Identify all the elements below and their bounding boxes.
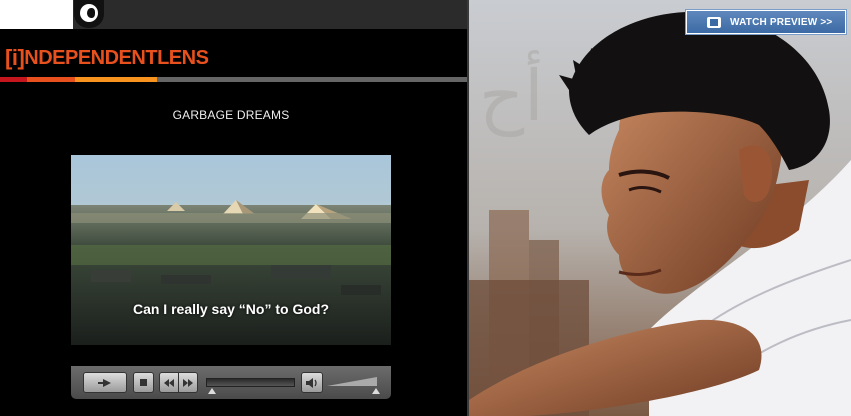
- top-bar-dark: [73, 0, 469, 29]
- play-button[interactable]: [83, 372, 127, 393]
- player-controls: [71, 366, 391, 399]
- volume-slider[interactable]: [327, 377, 377, 386]
- fast-forward-button[interactable]: [178, 372, 198, 393]
- video-camera-icon: [707, 16, 721, 28]
- volume-button[interactable]: [301, 372, 323, 393]
- rewind-icon: [164, 378, 174, 387]
- video-subtitle: Can I really say “No” to God?: [132, 301, 330, 317]
- pbs-logo-icon[interactable]: [74, 0, 104, 28]
- volume-thumb[interactable]: [372, 388, 380, 394]
- play-icon: [98, 378, 111, 387]
- fast-forward-icon: [183, 378, 193, 387]
- film-still-photo: أح: [469, 0, 851, 416]
- logo-word-lens: LENS: [157, 46, 209, 69]
- watch-preview-button[interactable]: WATCH PREVIEW >>: [686, 10, 846, 34]
- logo-bracket: [i]: [5, 45, 25, 70]
- player-panel: [i] NDEPENDENT LENS GARBAGE DREAMS Can I…: [0, 0, 469, 416]
- rewind-button[interactable]: [159, 372, 179, 393]
- independent-lens-logo[interactable]: [i] NDEPENDENT LENS: [5, 43, 209, 73]
- stop-button[interactable]: [133, 372, 154, 393]
- stop-icon: [139, 378, 147, 386]
- film-title: GARBAGE DREAMS: [172, 108, 290, 122]
- watch-preview-label: WATCH PREVIEW >>: [730, 16, 833, 28]
- logo-word-independent: NDEPENDENT: [24, 46, 158, 69]
- volume-icon: [306, 377, 317, 388]
- progress-bar[interactable]: [206, 378, 295, 387]
- video-viewport[interactable]: Can I really say “No” to God?: [71, 155, 391, 345]
- boy-portrait-image: أح: [469, 0, 851, 416]
- brand-stripe: [0, 77, 469, 82]
- progress-thumb[interactable]: [208, 388, 216, 394]
- svg-text:أح: أح: [479, 50, 544, 138]
